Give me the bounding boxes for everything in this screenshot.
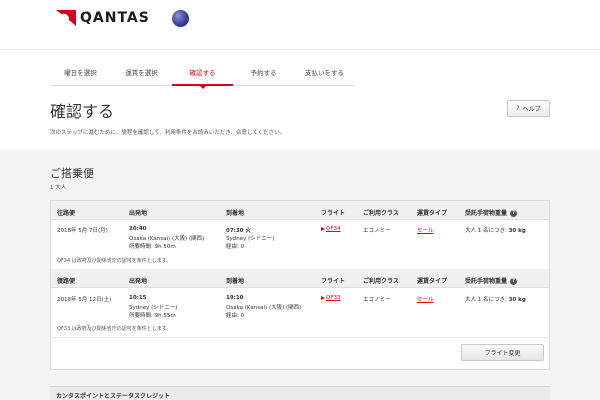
oneworld-icon <box>172 10 189 27</box>
col-baggage: 受託手荷物重量? <box>465 276 518 285</box>
col-departure: 出発地 <box>129 278 148 285</box>
inbound-dep-place: Sydney (シドニー) <box>129 305 178 311</box>
inbound-fare-link[interactable]: セール <box>417 295 434 303</box>
outbound-arr-place: Sydney (シドニー) <box>226 236 275 242</box>
outbound-fare-link[interactable]: セール <box>417 226 434 234</box>
inbound-cabin: エコノミー <box>363 297 391 303</box>
site-header: QANTAS <box>0 0 600 50</box>
change-flight-button[interactable]: フライト変更 <box>461 344 544 361</box>
col-baggage: 受託手荷物重量? <box>465 208 518 217</box>
passenger-count: 1 大人 <box>50 185 67 191</box>
col-departure: 出発地 <box>129 210 148 217</box>
inbound-flight[interactable]: QF33 <box>321 295 341 301</box>
inbound-dep-time: 10:15 <box>129 295 147 301</box>
points-section: カンタスポイントとステータスクレジット <box>50 386 550 400</box>
question-icon: ? <box>516 105 520 112</box>
col-fare: 運賃タイプ <box>417 210 448 217</box>
flight-table: 往路便 出発地 到着地 フライト ご利用クラス 運賃タイプ 受託手荷物重量? 2… <box>50 200 550 370</box>
col-cabin: ご利用クラス <box>363 278 399 285</box>
info-icon[interactable]: ? <box>510 210 518 217</box>
outbound-date: 2018年 5月 7日(月) <box>57 228 108 234</box>
booking-steps: 曜日を選択 運賃を選択 確認する 予約する 支払いをする <box>50 60 355 89</box>
inbound-header-row: 復路便 出発地 到着地 フライト ご利用クラス 運賃タイプ 受託手荷物重量? <box>51 269 549 288</box>
help-label: ヘルプ <box>522 106 541 113</box>
outbound-baggage-label: 大人 1 名につき: <box>465 228 507 234</box>
outbound-header-row: 往路便 出発地 到着地 フライト ご利用クラス 運賃タイプ 受託手荷物重量? <box>51 201 549 220</box>
inbound-arr-place: Osaka (Kansai) (大阪) (関西) <box>226 305 302 311</box>
col-inbound: 復路便 <box>57 278 76 285</box>
col-arrival: 到着地 <box>226 210 245 217</box>
logo-text: QANTAS <box>80 10 150 26</box>
inbound-baggage: 大人 1 名につき: 30 kg <box>465 295 526 303</box>
intro-text: 次のステップに進むために、旅程を確認して、利用条件をお読みいただき、合意してくだ… <box>50 130 286 136</box>
outbound-dep-place: Osaka (Kansai) (大阪) (関西) <box>129 236 205 242</box>
inbound-arr-time: 19:10 <box>226 295 244 301</box>
qantas-tail-icon <box>321 226 325 231</box>
col-cabin: ご利用クラス <box>363 210 399 217</box>
outbound-arr-time: 07:30 火 <box>226 228 251 234</box>
col-flight: フライト <box>321 278 346 285</box>
qantas-logo[interactable]: QANTAS <box>55 6 150 30</box>
inbound-note: QF33 は政府及び関係省庁の認可を条件とします。 <box>57 326 172 332</box>
points-section-title: カンタスポイントとステータスクレジット <box>56 393 171 400</box>
kangaroo-tail-icon <box>56 10 76 26</box>
outbound-dep-time: 20:40 <box>129 226 147 232</box>
outbound-flight[interactable]: QF34 <box>321 226 341 232</box>
outbound-duration: 所要時間: 9h 50m <box>129 244 176 250</box>
outbound-cabin: エコノミー <box>363 228 391 234</box>
col-outbound: 往路便 <box>57 210 76 217</box>
inbound-date: 2018年 5月 12日(土) <box>57 297 112 303</box>
outbound-flight-number: QF34 <box>326 226 341 232</box>
outbound-stops: 経由: 0 <box>226 244 245 250</box>
col-flight: フライト <box>321 210 346 217</box>
table-divider <box>51 337 549 338</box>
step-pay: 支払いをする <box>294 60 355 86</box>
outbound-baggage: 大人 1 名につき: 30 kg <box>465 226 526 234</box>
step-book: 予約する <box>233 60 294 86</box>
col-fare: 運賃タイプ <box>417 278 448 285</box>
inbound-duration: 所要時間: 9h 55m <box>129 313 176 319</box>
help-button[interactable]: ? ヘルプ <box>507 100 550 117</box>
outbound-note: QF34 は政府及び関係省庁の認可を条件とします。 <box>57 258 172 264</box>
step-select-fare[interactable]: 運賃を選択 <box>111 60 172 86</box>
step-confirm[interactable]: 確認する <box>172 60 233 89</box>
col-baggage-label: 受託手荷物重量 <box>465 278 508 285</box>
flights-section-title: ご搭乗便 <box>50 167 94 180</box>
qantas-tail-icon <box>321 295 325 300</box>
step-select-date[interactable]: 曜日を選択 <box>50 60 111 86</box>
inbound-flight-number: QF33 <box>326 295 341 301</box>
info-icon[interactable]: ? <box>510 278 518 285</box>
page-title: 確認する <box>50 102 115 121</box>
col-baggage-label: 受託手荷物重量 <box>465 210 508 217</box>
inbound-stops: 経由: 0 <box>226 313 245 319</box>
inbound-baggage-label: 大人 1 名につき: <box>465 297 507 303</box>
inbound-baggage-value: 30 kg <box>508 297 526 303</box>
col-arrival: 到着地 <box>226 278 245 285</box>
outbound-baggage-value: 30 kg <box>508 228 526 234</box>
